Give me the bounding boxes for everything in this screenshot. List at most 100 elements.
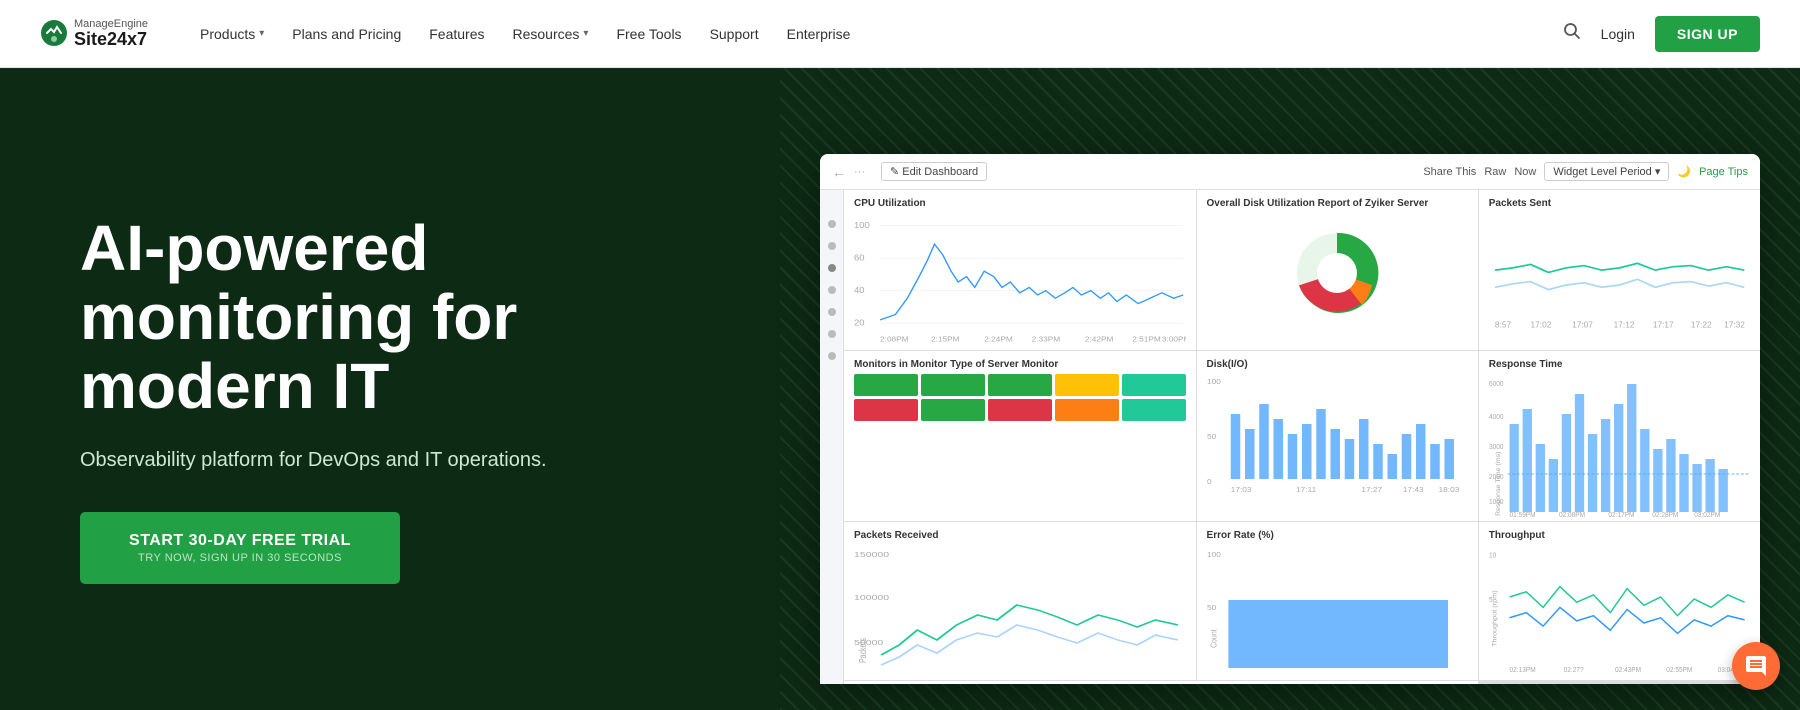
svg-text:02:13PM: 02:13PM [1509, 667, 1535, 674]
chat-button[interactable] [1732, 642, 1780, 690]
svg-text:Packets: Packets [857, 638, 869, 663]
cta-button[interactable]: START 30-DAY FREE TRIAL TRY NOW, SIGN UP… [80, 512, 400, 584]
svg-text:3:00PM: 3:00PM [1162, 335, 1186, 344]
login-button[interactable]: Login [1601, 26, 1635, 42]
error-rate-cell: Error Rate (%) 100 50 Count 17:25 18:55 … [1197, 522, 1478, 680]
svg-text:6000: 6000 [1489, 381, 1504, 388]
svg-text:100000: 100000 [854, 594, 889, 602]
svg-text:13:25: 13:25 [1376, 679, 1397, 680]
packets-sent-title: Packets Sent [1489, 198, 1750, 209]
response-time-cell: Response Time 6000 4000 3000 2000 1000 R… [1479, 351, 1760, 521]
disk-util-title: Overall Disk Utilization Report of Zyike… [1207, 198, 1468, 209]
logo[interactable]: ManageEngine Site24x7 [40, 18, 148, 50]
svg-text:20: 20 [854, 318, 865, 328]
svg-text:2:51PM: 2:51PM [1132, 335, 1161, 344]
logo-manage: ManageEngine [74, 18, 148, 30]
monitor-cell [921, 374, 985, 396]
view-raw[interactable]: Raw [1484, 166, 1506, 178]
packets-received-title: Packets Received [854, 530, 1186, 541]
nav-products[interactable]: Products ▾ [188, 18, 276, 50]
nav-support[interactable]: Support [698, 18, 771, 50]
sidenav-dot [828, 220, 836, 228]
logo-icon [40, 19, 68, 47]
monitor-cell [1122, 374, 1186, 396]
svg-text:18:03: 18:03 [1438, 486, 1459, 494]
logo-text: ManageEngine Site24x7 [74, 18, 148, 50]
packets-received-chart: 150000 100000 50000 Packets 05:52PM 02:1… [854, 545, 1186, 680]
packets-sent-chart: 8:57 17:02 17:07 17:12 17:17 17:22 17:32 [1489, 213, 1750, 333]
sidenav-dot [828, 352, 836, 360]
search-icon[interactable] [1563, 22, 1581, 45]
dashboard-window: ← ··· ✎ Edit Dashboard Share This Raw No… [820, 154, 1760, 684]
nav-resources[interactable]: Resources ▾ [501, 18, 601, 50]
svg-text:17:17: 17:17 [1653, 320, 1674, 329]
svg-text:02:43PM: 02:43PM [1615, 667, 1641, 674]
disk-io-chart: 100 50 0 [1207, 374, 1468, 494]
svg-text:14:55: 14:55 [1414, 679, 1435, 680]
svg-text:Count: Count [1208, 629, 1218, 648]
svg-text:02:08PM: 02:08PM [1559, 512, 1585, 519]
sidenav-dot [828, 242, 836, 250]
svg-text:02:17PM: 02:17PM [1608, 512, 1634, 519]
hero-subtitle: Observability platform for DevOps and IT… [80, 449, 720, 472]
disk-io-cell: Disk(I/O) 100 50 0 [1197, 351, 1478, 521]
svg-text:4000: 4000 [1489, 414, 1504, 421]
throughput-title: Throughput [1489, 530, 1750, 541]
dark-mode-toggle[interactable]: 🌙 [1677, 165, 1691, 178]
throughput-cell: Throughput 10 5 Throughput (rpm) 02:13PM… [1479, 522, 1760, 680]
svg-text:17:02: 17:02 [1530, 320, 1551, 329]
view-now[interactable]: Now [1514, 166, 1536, 178]
error-rate-chart: 100 50 Count 17:25 18:55 10:25 11:55 13:… [1207, 545, 1468, 680]
monitor-grid [854, 374, 1186, 421]
nav-enterprise[interactable]: Enterprise [775, 18, 863, 50]
svg-text:10: 10 [1489, 552, 1496, 559]
hero-title: AI-powered monitoring for modern IT [80, 214, 720, 421]
svg-text:2:33PM: 2:33PM [1032, 335, 1061, 344]
svg-text:17:11: 17:11 [1296, 486, 1316, 494]
sidenav-dot-active [828, 264, 836, 272]
sidenav-dot [828, 286, 836, 294]
svg-text:16:25: 16:25 [1444, 679, 1465, 680]
svg-text:02:55PM: 02:55PM [1666, 667, 1692, 674]
hero-dashboard: ← ··· ✎ Edit Dashboard Share This Raw No… [780, 68, 1800, 710]
hero-section: AI-powered monitoring for modern IT Obse… [0, 68, 1800, 710]
cpu-chart-cell: CPU Utilization 100 60 40 20 [844, 190, 1196, 350]
svg-text:2:42PM: 2:42PM [1085, 335, 1114, 344]
svg-text:02:28PM: 02:28PM [1652, 512, 1678, 519]
period-selector[interactable]: Widget Level Period ▾ [1544, 162, 1669, 181]
main-nav: Products ▾ Plans and Pricing Features Re… [188, 18, 1563, 50]
svg-text:17:27: 17:27 [1361, 486, 1382, 494]
dashboard-sidenav [820, 190, 844, 684]
response-chart: 6000 4000 3000 2000 1000 Response Time (… [1489, 374, 1750, 519]
cpu-chart: 100 60 40 20 2:08PM [854, 217, 1186, 347]
monitor-cell [854, 374, 918, 396]
share-btn[interactable]: Share This [1423, 166, 1476, 178]
svg-text:0: 0 [1207, 478, 1212, 486]
nav-features[interactable]: Features [417, 18, 496, 50]
edit-dashboard-btn[interactable]: ✎ Edit Dashboard [881, 162, 987, 181]
dashboard-grid: CPU Utilization 100 60 40 20 [844, 190, 1760, 684]
svg-text:17:25: 17:25 [1212, 679, 1233, 680]
svg-text:50: 50 [1207, 604, 1216, 612]
throughput-chart: 10 5 Throughput (rpm) 02:13PM 02:27? 02:… [1489, 545, 1750, 675]
cta-sub-text: TRY NOW, SIGN UP IN 30 SECONDS [138, 552, 342, 564]
svg-text:17:03: 17:03 [1230, 486, 1251, 494]
svg-text:10:25: 10:25 [1292, 679, 1313, 680]
sidenav-dot [828, 330, 836, 338]
signup-button[interactable]: SIGN UP [1655, 16, 1760, 52]
svg-text:Response Time (ms): Response Time (ms) [1495, 452, 1502, 516]
cta-main-text: START 30-DAY FREE TRIAL [129, 532, 351, 550]
svg-text:50: 50 [1207, 433, 1216, 441]
back-icon: ← [832, 164, 846, 180]
cpu-title: CPU Utilization [854, 198, 1186, 209]
nav-plans[interactable]: Plans and Pricing [280, 18, 413, 50]
svg-text:100: 100 [1207, 551, 1221, 559]
nav-free-tools[interactable]: Free Tools [604, 18, 693, 50]
error-rate-title: Error Rate (%) [1207, 530, 1468, 541]
svg-text:03:04PM: 03:04PM [1149, 679, 1185, 680]
monitor-cell [854, 399, 918, 421]
monitor-cell [1055, 374, 1119, 396]
disk-util-cell: Overall Disk Utilization Report of Zyike… [1197, 190, 1478, 350]
page-tips-btn[interactable]: Page Tips [1699, 166, 1748, 178]
mysql-cell: MySql - Zyiker Server 6:57 17:02 17:13 1… [844, 681, 1478, 684]
